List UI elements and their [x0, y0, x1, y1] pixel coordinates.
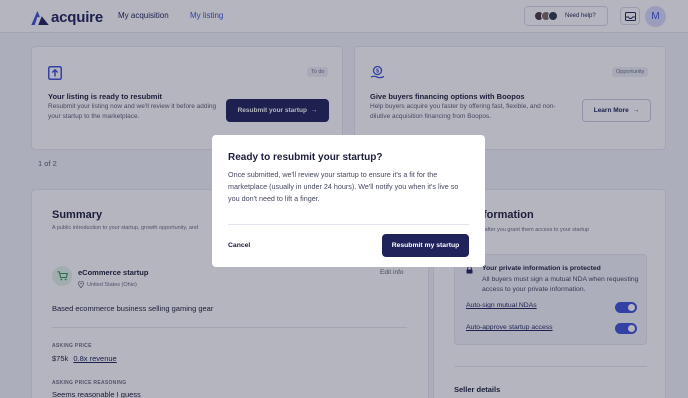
- resubmit-confirm-dialog: Ready to resubmit your startup? Once sub…: [212, 135, 485, 267]
- resubmit-my-startup-button[interactable]: Resubmit my startup: [382, 234, 469, 257]
- dialog-body: Once submitted, we'll review your startu…: [228, 170, 459, 203]
- cancel-button[interactable]: Cancel: [228, 242, 250, 249]
- dialog-divider: [228, 224, 469, 225]
- dialog-title: Ready to resubmit your startup?: [228, 152, 383, 163]
